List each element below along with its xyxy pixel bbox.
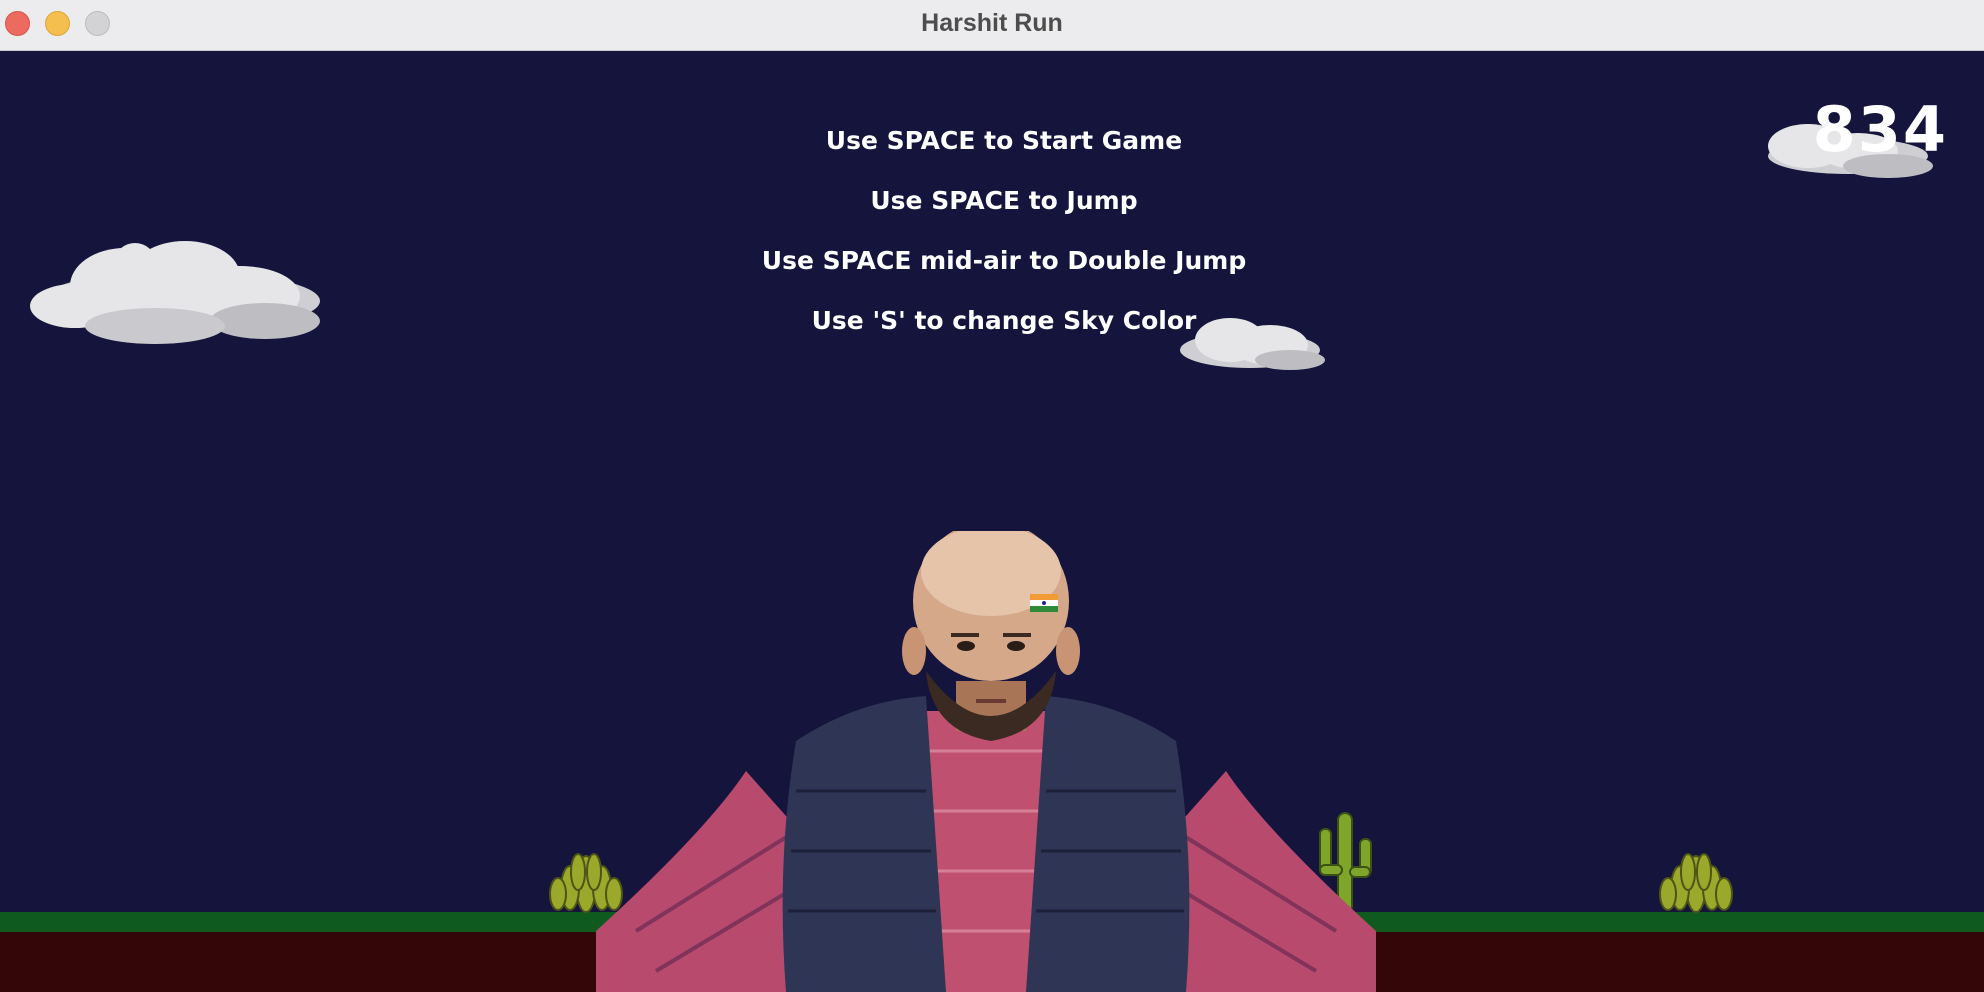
game-window: Harshit Run Use SPACE to Start Game Use … xyxy=(0,0,1984,992)
window-title: Harshit Run xyxy=(921,9,1063,37)
instruction-sky-color: Use 'S' to change Sky Color xyxy=(811,306,1197,335)
instruction-double-jump: Use SPACE mid-air to Double Jump xyxy=(761,246,1247,275)
player-character xyxy=(596,531,1376,992)
cactus-small-right xyxy=(1659,853,1733,913)
score: 834 xyxy=(1812,93,1948,166)
instruction-start: Use SPACE to Start Game xyxy=(825,126,1183,155)
instruction-jump: Use SPACE to Jump xyxy=(870,186,1138,215)
game-canvas[interactable]: Use SPACE to Start Game Use SPACE to Jum… xyxy=(0,51,1984,992)
title-bar: Harshit Run xyxy=(0,0,1984,51)
